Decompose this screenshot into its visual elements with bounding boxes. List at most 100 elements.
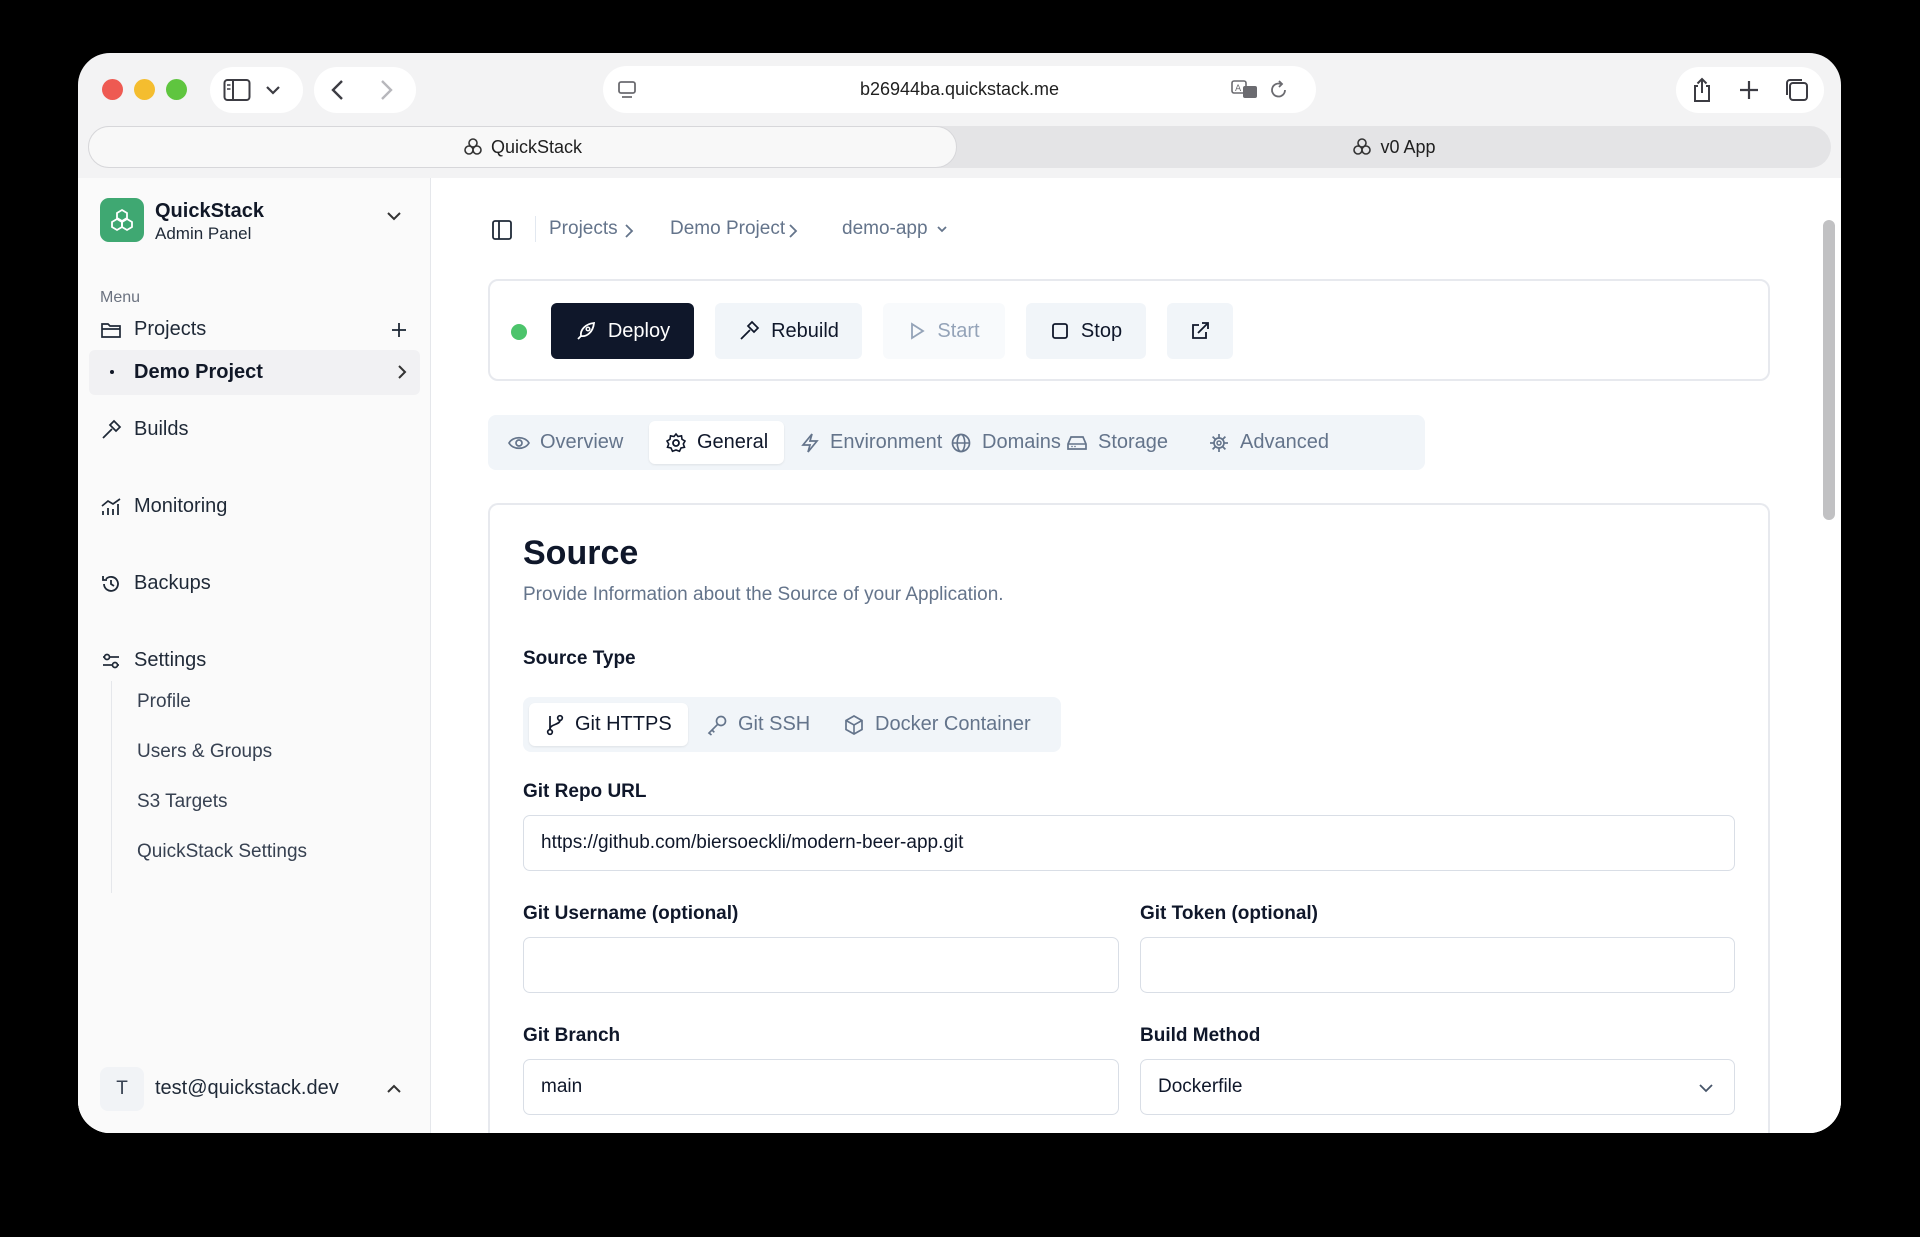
tab-overview-icon[interactable] bbox=[1784, 77, 1810, 103]
add-project-plus-icon[interactable] bbox=[390, 321, 408, 339]
sidebar-item-label: Demo Project bbox=[134, 361, 263, 383]
translate-icon[interactable]: A bbox=[1231, 78, 1259, 100]
play-icon bbox=[908, 321, 926, 341]
chevron-right-icon bbox=[787, 223, 799, 239]
hammer-icon bbox=[100, 419, 122, 441]
sidebar-item-label: Settings bbox=[134, 649, 207, 671]
chevron-down-icon[interactable] bbox=[265, 84, 281, 96]
share-icon[interactable] bbox=[1690, 76, 1714, 104]
source-type-docker-container[interactable]: Docker Container bbox=[843, 703, 1031, 746]
sidebar-toggle-icon[interactable] bbox=[491, 219, 513, 241]
reload-icon[interactable] bbox=[1269, 79, 1289, 101]
zoom-window-button[interactable] bbox=[166, 79, 187, 100]
sidebar-subitem-s3-targets[interactable]: S3 Targets bbox=[137, 791, 227, 813]
source-card: Source Provide Information about the Sou… bbox=[488, 503, 1770, 1133]
source-type-label: Git HTTPS bbox=[575, 713, 672, 735]
tab-domains[interactable]: Domains bbox=[950, 421, 1061, 464]
quickstack-logo-icon bbox=[463, 137, 483, 157]
tab-label: Environment bbox=[830, 431, 943, 453]
sidebar-item-label: Backups bbox=[134, 572, 211, 594]
menu-heading: Menu bbox=[100, 289, 141, 306]
tab-overview[interactable]: Overview bbox=[508, 421, 623, 464]
chevron-right-icon bbox=[396, 364, 408, 380]
scrollbar-track[interactable] bbox=[1819, 178, 1841, 1133]
sidebar-subitem-quickstack-settings[interactable]: QuickStack Settings bbox=[137, 841, 307, 863]
git-username-input[interactable] bbox=[523, 937, 1119, 993]
deploy-button[interactable]: Deploy bbox=[551, 303, 694, 359]
scrollbar-thumb[interactable] bbox=[1823, 220, 1835, 520]
history-icon bbox=[100, 573, 122, 595]
tab-storage[interactable]: Storage bbox=[1066, 421, 1168, 464]
sidebar-item-monitoring[interactable]: Monitoring bbox=[100, 495, 227, 518]
breadcrumb-item-demo-project[interactable]: Demo Project bbox=[670, 218, 785, 240]
start-button[interactable]: Start bbox=[883, 303, 1005, 359]
tab-environment[interactable]: Environment bbox=[800, 421, 942, 464]
chevron-right-icon bbox=[623, 223, 635, 239]
breadcrumb-divider bbox=[535, 216, 536, 242]
git-branch-icon bbox=[545, 714, 565, 736]
tab-label: Storage bbox=[1098, 431, 1169, 453]
monitoring-chart-icon bbox=[100, 496, 122, 518]
main-content: Projects Demo Project demo-app Deploy Re… bbox=[432, 178, 1819, 1133]
stop-button[interactable]: Stop bbox=[1026, 303, 1146, 359]
app-tabs: Overview General Environment Domains Sto… bbox=[488, 415, 1425, 470]
app-viewport: QuickStack Admin Panel Menu Projects Dem… bbox=[78, 178, 1841, 1133]
brand-subtitle: Admin Panel bbox=[155, 224, 252, 243]
brand-switcher[interactable]: QuickStack Admin Panel bbox=[78, 178, 431, 260]
chevron-down-icon bbox=[936, 224, 948, 234]
stop-label: Stop bbox=[1080, 319, 1123, 342]
minimize-window-button[interactable] bbox=[134, 79, 155, 100]
open-external-button[interactable] bbox=[1167, 303, 1233, 359]
tab-advanced[interactable]: Advanced bbox=[1208, 421, 1329, 464]
back-arrow-icon[interactable] bbox=[328, 78, 348, 102]
breadcrumb-item-projects[interactable]: Projects bbox=[549, 218, 618, 240]
quickstack-logo bbox=[100, 198, 144, 242]
browser-toolbar: b26944ba.quickstack.me A bbox=[78, 53, 1841, 123]
sidebar-subitem-profile[interactable]: Profile bbox=[137, 691, 191, 713]
brand-name: QuickStack bbox=[155, 200, 264, 222]
globe-icon bbox=[950, 432, 972, 454]
new-tab-plus-icon[interactable] bbox=[1738, 79, 1760, 101]
rebuild-button[interactable]: Rebuild bbox=[715, 303, 862, 359]
source-type-git-https[interactable]: Git HTTPS bbox=[529, 703, 688, 746]
sidebar-item-settings[interactable]: Settings bbox=[100, 649, 206, 672]
source-type-git-ssh[interactable]: Git SSH bbox=[706, 703, 810, 746]
user-menu[interactable]: T test@quickstack.dev bbox=[89, 1061, 420, 1117]
sidebar-toggle-group bbox=[210, 67, 303, 113]
tab-label: Domains bbox=[982, 431, 1061, 453]
sidebar-item-builds[interactable]: Builds bbox=[100, 418, 188, 441]
sidebar-subitem-users-groups[interactable]: Users & Groups bbox=[137, 741, 272, 763]
sidebar-item-projects[interactable]: Projects bbox=[100, 318, 408, 341]
git-repo-url-input[interactable]: https://github.com/biersoeckli/modern-be… bbox=[523, 815, 1735, 871]
sidebar-item-demo-project[interactable]: Demo Project bbox=[89, 350, 420, 395]
browser-tab-v0-app[interactable]: v0 App bbox=[957, 126, 1831, 168]
address-bar[interactable]: b26944ba.quickstack.me A bbox=[603, 66, 1316, 113]
lightning-icon bbox=[800, 432, 820, 454]
source-title: Source bbox=[523, 534, 639, 572]
breadcrumb-item-demo-app[interactable]: demo-app bbox=[842, 218, 948, 240]
browser-tab-quickstack[interactable]: QuickStack bbox=[88, 126, 957, 168]
sidebar: QuickStack Admin Panel Menu Projects Dem… bbox=[78, 178, 431, 1133]
cog-icon bbox=[1208, 432, 1230, 454]
source-description: Provide Information about the Source of … bbox=[523, 584, 1004, 605]
key-icon bbox=[706, 714, 728, 736]
tab-general[interactable]: General bbox=[649, 421, 785, 464]
git-username-label: Git Username (optional) bbox=[523, 903, 739, 924]
close-window-button[interactable] bbox=[102, 79, 123, 100]
git-branch-label: Git Branch bbox=[523, 1025, 621, 1046]
git-branch-input[interactable]: main bbox=[523, 1059, 1119, 1115]
window-actions-group bbox=[1676, 67, 1824, 113]
sidebar-item-backups[interactable]: Backups bbox=[100, 572, 211, 595]
chevron-down-icon bbox=[386, 210, 402, 222]
git-token-input[interactable] bbox=[1140, 937, 1735, 993]
browser-sidebar-icon[interactable] bbox=[223, 78, 251, 102]
forward-arrow-icon[interactable] bbox=[376, 78, 396, 102]
build-method-label: Build Method bbox=[1140, 1025, 1261, 1046]
build-method-value: Dockerfile bbox=[1158, 1076, 1243, 1097]
hammer-icon bbox=[738, 320, 760, 342]
action-bar-card: Deploy Rebuild Start Stop bbox=[488, 279, 1770, 381]
source-type-label: Git SSH bbox=[738, 713, 811, 735]
build-method-select[interactable]: Dockerfile bbox=[1140, 1059, 1735, 1115]
browser-window: b26944ba.quickstack.me A QuickStack v0 A… bbox=[78, 53, 1841, 1133]
start-label: Start bbox=[937, 319, 980, 342]
